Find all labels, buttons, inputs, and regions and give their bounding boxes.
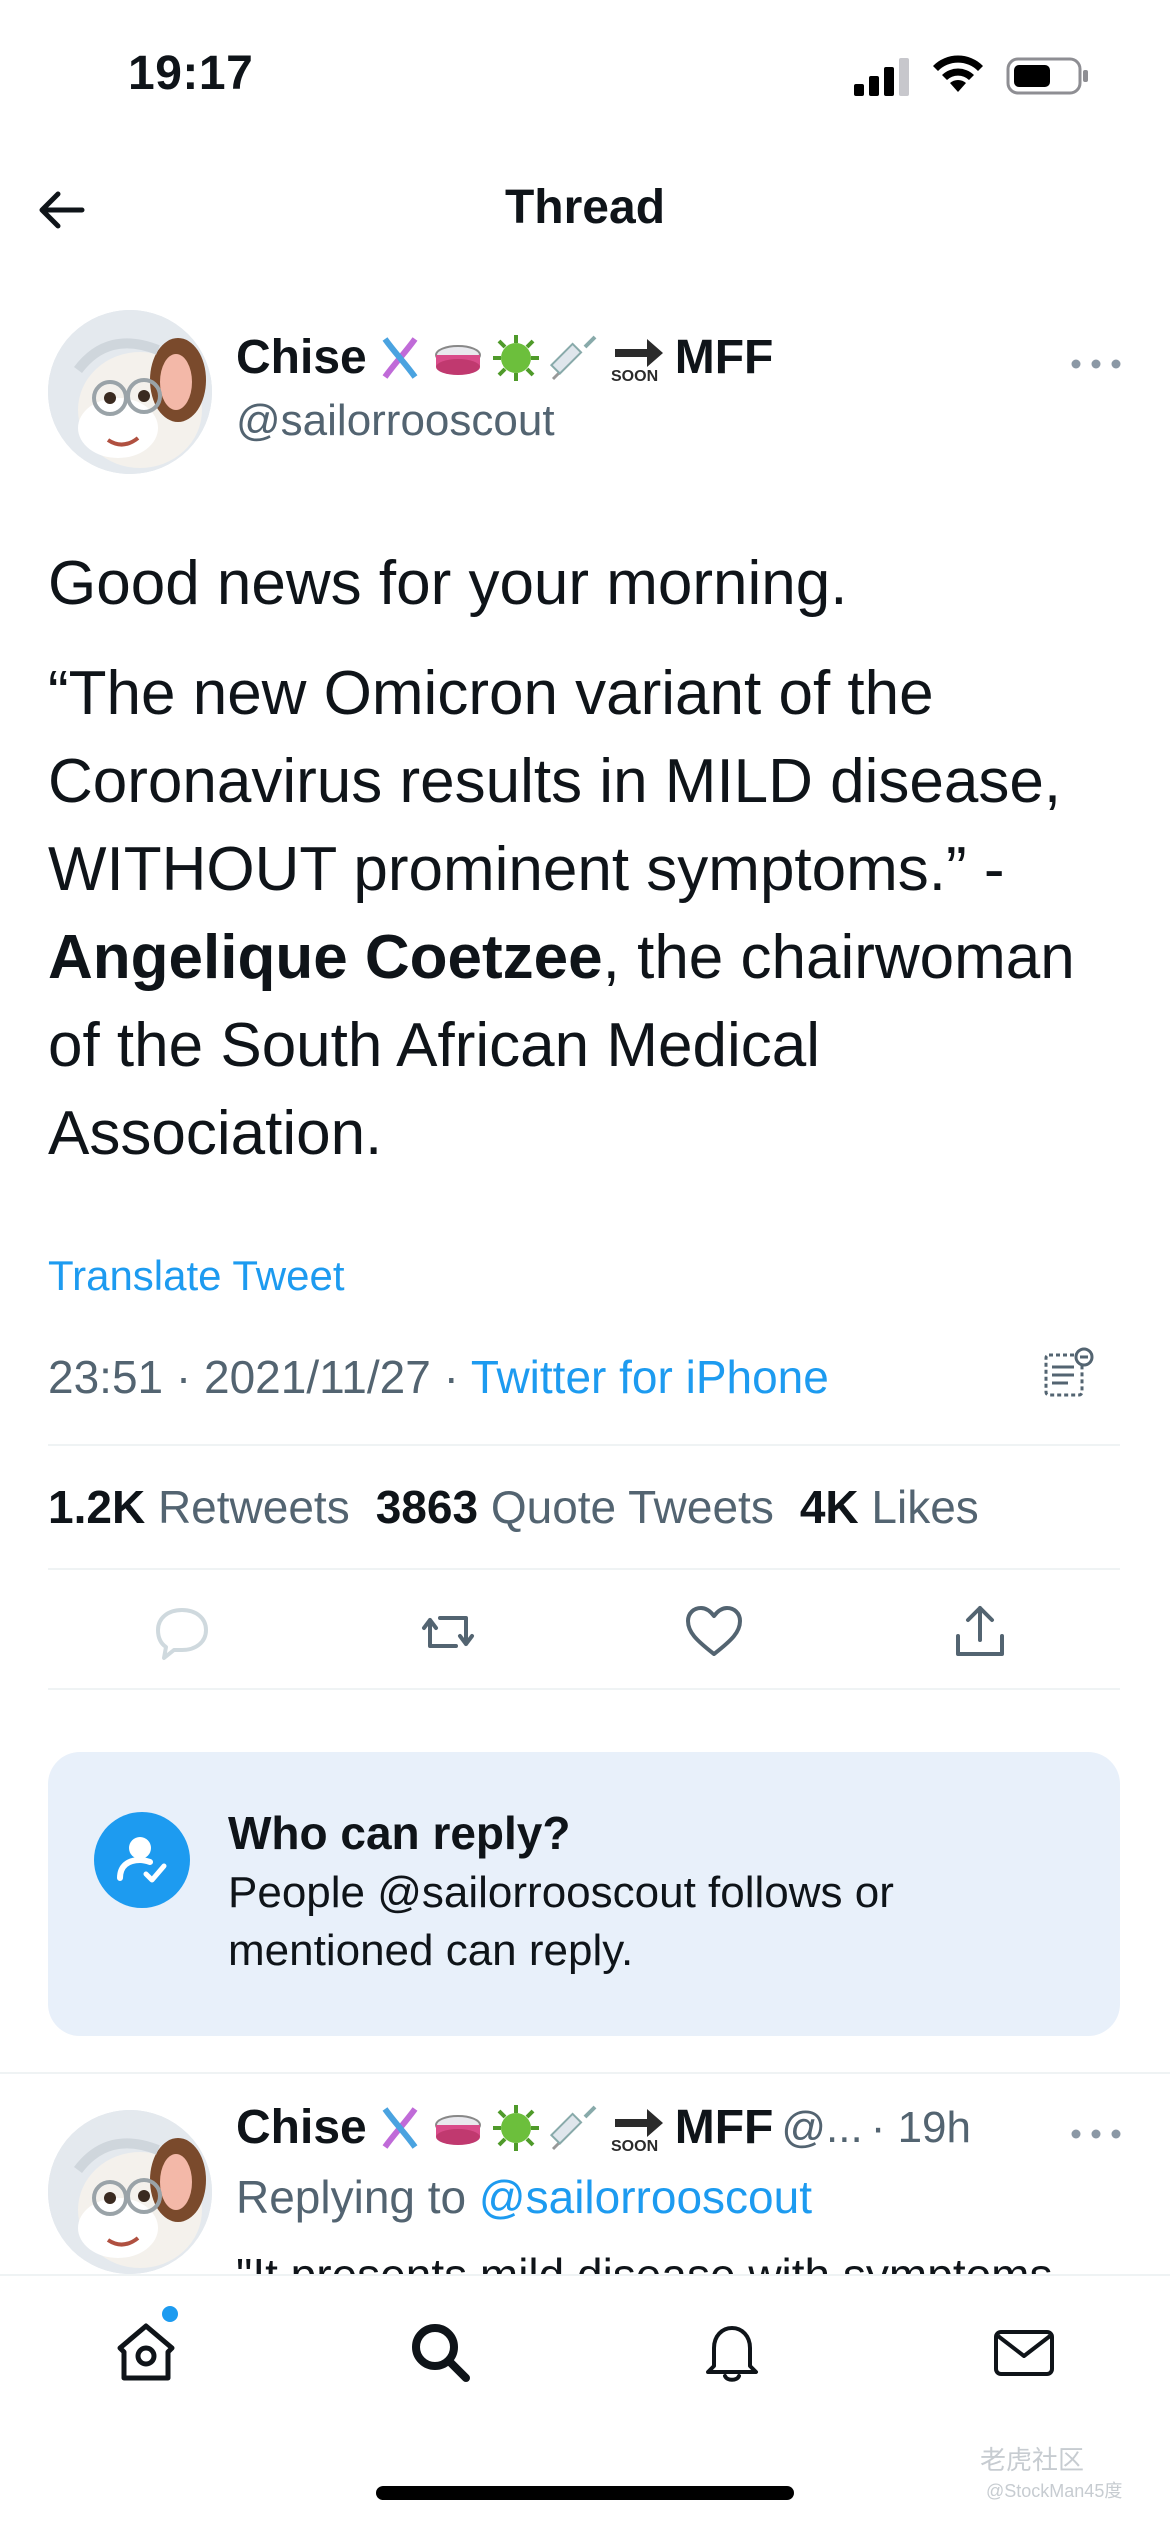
tweet-paragraph-2: “The new Omicron variant of the Coronavi… xyxy=(48,650,1128,1178)
reply-more-options-icon[interactable] xyxy=(1066,2114,1126,2154)
syringe-emoji-icon xyxy=(549,2105,597,2150)
status-bar: 19:17 xyxy=(0,0,1170,150)
reply-age: · 19h xyxy=(870,2102,971,2152)
translate-tweet-link[interactable]: Translate Tweet xyxy=(48,1252,344,1300)
tweet-dash: - xyxy=(983,835,1005,904)
status-time: 19:17 xyxy=(128,47,254,100)
watermark-line1: 老虎社区 xyxy=(980,2445,1085,2475)
tweet-body: Good news for your morning. “The new Omi… xyxy=(48,540,1128,1200)
divider xyxy=(48,1568,1120,1570)
reply-author-display-name: Chise xyxy=(236,2101,367,2154)
tweet-actions xyxy=(0,1600,1170,1670)
replying-to-prefix: Replying to xyxy=(236,2171,467,2223)
microbe-emoji-icon xyxy=(492,2104,539,2151)
tweet-time: 23:51 xyxy=(48,1351,164,1403)
share-icon[interactable] xyxy=(948,1600,1012,1664)
reply-author-name-row[interactable]: Chise SOON MFF @... · 19h xyxy=(236,2100,971,2155)
meta-separator: · xyxy=(443,1351,459,1403)
like-icon[interactable] xyxy=(682,1600,746,1664)
quote-tweets-stat[interactable]: 3863 Quote Tweets xyxy=(376,1480,774,1534)
who-can-reply-title: Who can reply? xyxy=(228,1807,571,1859)
reply-author-name-suffix: MFF xyxy=(674,2101,774,2154)
divider xyxy=(48,1444,1120,1446)
wifi-icon xyxy=(933,55,983,92)
tweet-paragraph-1: Good news for your morning. xyxy=(48,549,848,618)
soon-arrow-emoji-icon: SOON xyxy=(611,338,663,383)
microbe-emoji-icon xyxy=(492,334,539,381)
petri-dish-emoji-icon xyxy=(434,344,481,375)
watermark-line2: @StockMan45度 xyxy=(986,2481,1123,2501)
home-notification-dot xyxy=(162,2306,178,2322)
who-can-reply-description: People @sailorrooscout follows or mentio… xyxy=(228,1868,894,1975)
svg-text:SOON: SOON xyxy=(611,368,658,383)
author-name-suffix: MFF xyxy=(674,331,774,384)
cellular-signal-icon xyxy=(854,58,909,96)
likes-stat[interactable]: 4K Likes xyxy=(800,1480,979,1534)
tweet-analytics-icon[interactable] xyxy=(1040,1345,1096,1401)
tweet-meta: 23:51 · 2021/11/27 · Twitter for iPhone xyxy=(48,1350,829,1404)
author-name-row[interactable]: Chise SOON MFF xyxy=(236,330,773,385)
author-handle[interactable]: @sailorrooscout xyxy=(236,396,555,446)
page-title: Thread xyxy=(504,181,666,234)
home-icon[interactable] xyxy=(112,2318,180,2386)
replying-to-line: Replying to @sailorrooscout xyxy=(236,2170,812,2224)
who-can-reply-card: Who can reply? People @sailorrooscout fo… xyxy=(48,1752,1120,2036)
retweets-stat[interactable]: 1.2K Retweets xyxy=(48,1480,350,1534)
attribution-name: Angelique Coetzee xyxy=(48,923,603,992)
section-divider xyxy=(0,2072,1170,2074)
dna-emoji-icon xyxy=(382,336,418,379)
search-icon[interactable] xyxy=(406,2318,474,2386)
retweet-icon[interactable] xyxy=(416,1600,480,1664)
notifications-icon[interactable] xyxy=(698,2318,766,2386)
tweet-stats: 1.2K Retweets 3863 Quote Tweets 4K Likes xyxy=(48,1480,979,1534)
avatar-illustration xyxy=(48,2110,212,2274)
replying-to-handle[interactable]: @sailorrooscout xyxy=(479,2171,812,2223)
home-indicator xyxy=(376,2486,794,2500)
tweet-date: 2021/11/27 xyxy=(204,1351,431,1403)
battery-icon xyxy=(1006,57,1088,95)
author-display-name: Chise xyxy=(236,331,367,384)
reply-icon[interactable] xyxy=(150,1600,214,1664)
more-options-icon[interactable] xyxy=(1066,344,1126,384)
nav-header: Thread xyxy=(0,160,1170,252)
dna-emoji-icon xyxy=(382,2106,418,2149)
divider xyxy=(48,1688,1120,1690)
meta-separator: · xyxy=(175,1351,192,1403)
author-avatar[interactable] xyxy=(48,310,212,474)
syringe-emoji-icon xyxy=(549,335,597,380)
watermark: 老虎社区 @StockMan45度 xyxy=(980,2440,1122,2503)
svg-text:SOON: SOON xyxy=(611,2138,658,2153)
petri-dish-emoji-icon xyxy=(434,2114,481,2145)
soon-arrow-emoji-icon: SOON xyxy=(611,2108,663,2153)
reply-author-handle: @... xyxy=(781,2102,863,2152)
reply-author-avatar[interactable] xyxy=(48,2110,212,2274)
messages-icon[interactable] xyxy=(990,2318,1058,2386)
tweet-source-link[interactable]: Twitter for iPhone xyxy=(471,1351,829,1403)
tweet-quote: “The new Omicron variant of the Coronavi… xyxy=(48,659,1062,904)
avatar-illustration xyxy=(48,310,212,474)
reply-restriction-icon xyxy=(94,1812,190,1908)
